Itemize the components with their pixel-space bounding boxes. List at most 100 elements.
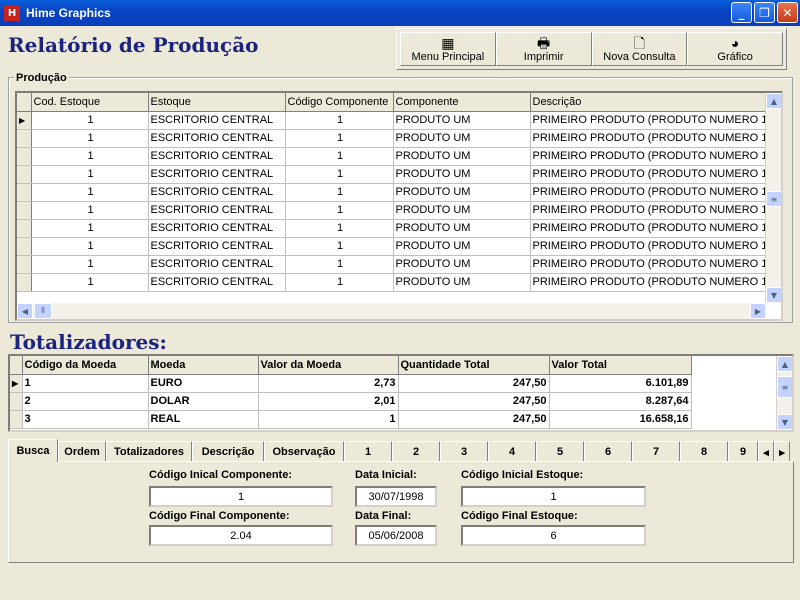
- table-cell[interactable]: ESCRITORIO CENTRAL: [148, 111, 286, 130]
- table-cell[interactable]: DOLAR: [148, 392, 259, 411]
- table-cell[interactable]: ESCRITORIO CENTRAL: [148, 219, 286, 238]
- table-cell[interactable]: 1: [285, 183, 394, 202]
- table-cell[interactable]: PRIMEIRO PRODUTO (PRODUTO NUMERO 1): [530, 273, 773, 292]
- table-cell[interactable]: 1: [31, 219, 149, 238]
- row-indicator[interactable]: [17, 219, 32, 238]
- cod-inicial-estoque-field[interactable]: 1: [461, 486, 646, 507]
- table-cell[interactable]: 1: [31, 255, 149, 274]
- data-inicial-field[interactable]: 30/07/1998: [355, 486, 437, 507]
- table-cell[interactable]: 3: [22, 410, 149, 429]
- table-cell[interactable]: 2: [22, 392, 149, 411]
- tab-descricao[interactable]: Descrição: [192, 441, 264, 462]
- table-cell[interactable]: 1: [31, 183, 149, 202]
- col-estoque[interactable]: Estoque: [148, 93, 286, 112]
- table-cell[interactable]: 1: [31, 147, 149, 166]
- table-row[interactable]: ▶ 1 EURO 2,73 247,50 6.101,89: [10, 374, 692, 393]
- grafico-button[interactable]: ◕ Gráfico: [687, 32, 783, 66]
- table-cell[interactable]: 1: [285, 219, 394, 238]
- scroll-thumb[interactable]: ≡: [777, 376, 792, 398]
- tab-8[interactable]: 8: [680, 441, 728, 462]
- table-cell[interactable]: 1: [285, 237, 394, 256]
- table-cell[interactable]: 1: [258, 410, 399, 429]
- table-row[interactable]: 1 ESCRITORIO CENTRAL 1 PRODUTO UM PRIMEIRO P…: [17, 201, 773, 220]
- table-cell[interactable]: PRODUTO UM: [393, 183, 531, 202]
- table-cell[interactable]: ESCRITORIO CENTRAL: [148, 129, 286, 148]
- tab-9[interactable]: 9: [728, 441, 758, 462]
- table-cell[interactable]: PRODUTO UM: [393, 201, 531, 220]
- table-cell[interactable]: 6.101,89: [549, 374, 692, 393]
- table-cell[interactable]: 1: [31, 111, 149, 130]
- table-row[interactable]: 1 ESCRITORIO CENTRAL 1 PRODUTO UM PRIMEIRO P…: [17, 273, 773, 292]
- table-cell[interactable]: PRIMEIRO PRODUTO (PRODUTO NUMERO 1): [530, 165, 773, 184]
- table-row[interactable]: 1 ESCRITORIO CENTRAL 1 PRODUTO UM PRIMEIRO P…: [17, 219, 773, 238]
- tab-scroll-left-icon[interactable]: ◂: [758, 441, 774, 462]
- table-cell[interactable]: PRODUTO UM: [393, 273, 531, 292]
- col-quantidade-total[interactable]: Quantidade Total: [398, 356, 550, 375]
- table-cell[interactable]: 247,50: [398, 374, 550, 393]
- maximize-button[interactable]: ❐: [754, 2, 775, 23]
- table-cell[interactable]: PRODUTO UM: [393, 111, 531, 130]
- table-cell[interactable]: 16.658,16: [549, 410, 692, 429]
- row-indicator[interactable]: [10, 392, 23, 411]
- table-cell[interactable]: PRIMEIRO PRODUTO (PRODUTO NUMERO 1): [530, 219, 773, 238]
- table-cell[interactable]: ESCRITORIO CENTRAL: [148, 165, 286, 184]
- table-cell[interactable]: 1: [31, 201, 149, 220]
- row-indicator[interactable]: [17, 273, 32, 292]
- table-cell[interactable]: 247,50: [398, 392, 550, 411]
- table-cell[interactable]: REAL: [148, 410, 259, 429]
- row-indicator[interactable]: [17, 183, 32, 202]
- row-indicator[interactable]: [17, 237, 32, 256]
- tab-4[interactable]: 4: [488, 441, 536, 462]
- tab-observacao[interactable]: Observação: [264, 441, 344, 462]
- table-cell[interactable]: 2,73: [258, 374, 399, 393]
- table-cell[interactable]: EURO: [148, 374, 259, 393]
- table-cell[interactable]: 1: [22, 374, 149, 393]
- table-cell[interactable]: ESCRITORIO CENTRAL: [148, 201, 286, 220]
- cod-final-estoque-field[interactable]: 6: [461, 525, 646, 546]
- tab-ordem[interactable]: Ordem: [58, 441, 106, 462]
- minimize-button[interactable]: _: [731, 2, 752, 23]
- producao-vertical-scrollbar[interactable]: ▲ ≡ ▼: [765, 93, 781, 303]
- table-cell[interactable]: 1: [285, 111, 394, 130]
- row-indicator[interactable]: [17, 255, 32, 274]
- table-row[interactable]: 3 REAL 1 247,50 16.658,16: [10, 410, 692, 429]
- col-valor-moeda[interactable]: Valor da Moeda: [258, 356, 399, 375]
- table-cell[interactable]: PRIMEIRO PRODUTO (PRODUTO NUMERO 1): [530, 201, 773, 220]
- nova-consulta-button[interactable]: 🗋 Nova Consulta: [591, 32, 688, 66]
- table-row[interactable]: 1 ESCRITORIO CENTRAL 1 PRODUTO UM PRIMEIRO P…: [17, 147, 773, 166]
- tab-5[interactable]: 5: [536, 441, 584, 462]
- col-cod-estoque[interactable]: Cod. Estoque: [31, 93, 149, 112]
- row-indicator[interactable]: ▶: [10, 374, 23, 393]
- row-indicator[interactable]: ▶: [17, 111, 32, 130]
- table-cell[interactable]: ESCRITORIO CENTRAL: [148, 183, 286, 202]
- scroll-thumb[interactable]: ≡: [766, 191, 781, 207]
- row-indicator[interactable]: [17, 129, 32, 148]
- table-cell[interactable]: ESCRITORIO CENTRAL: [148, 147, 286, 166]
- table-row[interactable]: 1 ESCRITORIO CENTRAL 1 PRODUTO UM PRIMEIRO P…: [17, 255, 773, 274]
- table-row[interactable]: 1 ESCRITORIO CENTRAL 1 PRODUTO UM PRIMEIRO P…: [17, 237, 773, 256]
- cod-inicial-componente-field[interactable]: 1: [149, 486, 333, 507]
- scroll-up-icon[interactable]: ▲: [777, 356, 792, 372]
- table-cell[interactable]: ESCRITORIO CENTRAL: [148, 255, 286, 274]
- col-descricao[interactable]: Descrição: [530, 93, 773, 112]
- tab-totalizadores[interactable]: Totalizadores: [106, 441, 192, 462]
- table-cell[interactable]: PRODUTO UM: [393, 165, 531, 184]
- table-cell[interactable]: 1: [31, 129, 149, 148]
- tab-3[interactable]: 3: [440, 441, 488, 462]
- table-cell[interactable]: PRODUTO UM: [393, 147, 531, 166]
- menu-principal-button[interactable]: ▦ Menu Principal: [400, 32, 496, 66]
- row-indicator[interactable]: [17, 147, 32, 166]
- col-moeda[interactable]: Moeda: [148, 356, 259, 375]
- tab-busca[interactable]: Busca: [8, 439, 58, 462]
- table-cell[interactable]: PRIMEIRO PRODUTO (PRODUTO NUMERO 1): [530, 129, 773, 148]
- table-row[interactable]: 1 ESCRITORIO CENTRAL 1 PRODUTO UM PRIMEIRO P…: [17, 129, 773, 148]
- table-cell[interactable]: 1: [285, 255, 394, 274]
- table-cell[interactable]: 1: [285, 129, 394, 148]
- table-cell[interactable]: PRIMEIRO PRODUTO (PRODUTO NUMERO 1): [530, 237, 773, 256]
- row-indicator[interactable]: [10, 410, 23, 429]
- tab-2[interactable]: 2: [392, 441, 440, 462]
- table-cell[interactable]: 8.287,64: [549, 392, 692, 411]
- table-cell[interactable]: PRIMEIRO PRODUTO (PRODUTO NUMERO 1): [530, 111, 773, 130]
- tab-1[interactable]: 1: [344, 441, 392, 462]
- producao-horizontal-scrollbar[interactable]: ◀ ⦀ ▶: [17, 303, 767, 319]
